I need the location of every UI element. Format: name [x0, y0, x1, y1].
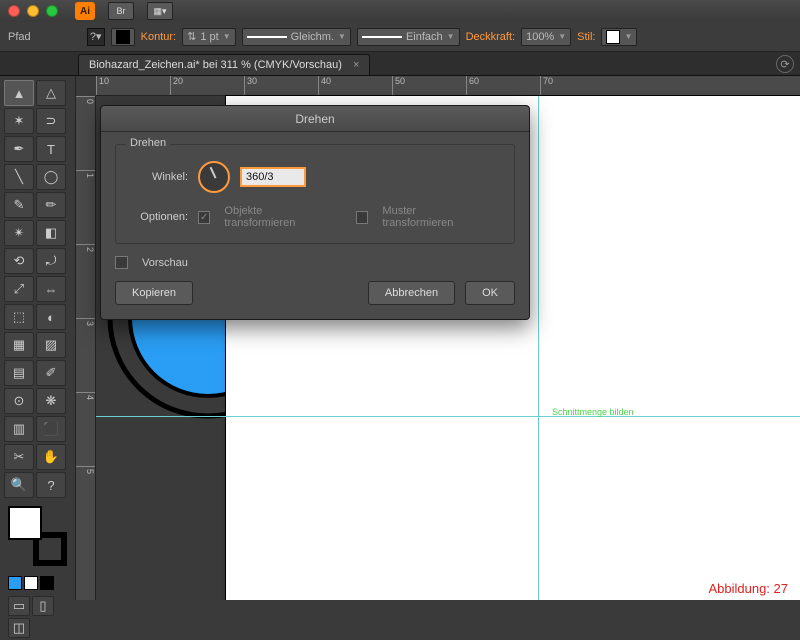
eraser-tool[interactable]: ◧	[36, 220, 66, 246]
fill-stroke-indicator[interactable]	[8, 506, 67, 566]
window-close-dot[interactable]	[8, 5, 20, 17]
arrange-documents-button[interactable]: ▦▾	[147, 2, 173, 20]
figure-number-label: Abbildung: 27	[708, 581, 788, 596]
tools-panel: ▲ △ ✶ ⊃ ✒ T ╲ ◯ ✎ ✏ ✴ ◧ ⟲ ⤾ ⤢ ⇔ ⬚ ◐ ▦ ▨ …	[0, 76, 76, 600]
stroke-swatch[interactable]	[111, 28, 135, 46]
opacity-select[interactable]: 100%▼	[521, 28, 571, 46]
hand-tool[interactable]: ✋	[36, 444, 66, 470]
angle-label: Winkel:	[130, 171, 188, 183]
window-minimize-dot[interactable]	[27, 5, 39, 17]
type-tool[interactable]: T	[36, 136, 66, 162]
document-tab[interactable]: Biohazard_Zeichen.ai* bei 311 % (CMYK/Vo…	[78, 54, 370, 75]
document-tab-title: Biohazard_Zeichen.ai* bei 311 % (CMYK/Vo…	[89, 59, 342, 71]
brush-select[interactable]: Einfach▼	[357, 28, 460, 46]
guide-vertical[interactable]	[538, 96, 539, 600]
options-label: Optionen:	[130, 211, 188, 223]
smart-guide-label: Schnittmenge bilden	[552, 407, 634, 417]
symbol-sprayer-tool[interactable]: ❋	[36, 388, 66, 414]
style-select[interactable]: ▼	[601, 28, 637, 46]
opacity-label: Deckkraft:	[466, 31, 516, 43]
scale-tool[interactable]: ⤢	[4, 276, 34, 302]
draw-mode[interactable]: ◫	[8, 618, 30, 638]
pen-tool[interactable]: ✒	[4, 136, 34, 162]
rotate-dialog: Drehen Drehen Winkel: Optionen: Objekte …	[100, 105, 530, 320]
dialog-title: Drehen	[101, 106, 529, 132]
shape-builder-tool[interactable]: ◐	[36, 304, 66, 330]
selection-tool[interactable]: ▲	[4, 80, 34, 106]
rotate-fieldset: Drehen Winkel: Optionen: Objekte transfo…	[115, 144, 515, 244]
style-label: Stil:	[577, 31, 595, 43]
guide-horizontal[interactable]	[96, 416, 800, 417]
cancel-button[interactable]: Abbrechen	[368, 281, 455, 305]
angle-input[interactable]	[240, 167, 306, 187]
gradient-tool[interactable]: ▤	[4, 360, 34, 386]
width-tool[interactable]: ⇔	[36, 276, 66, 302]
zoom-tool[interactable]: 🔍	[4, 472, 34, 498]
ellipse-tool[interactable]: ◯	[36, 164, 66, 190]
reflect-tool[interactable]: ⤾	[36, 248, 66, 274]
app-logo-ai: Ai	[75, 2, 95, 20]
swatch[interactable]	[8, 576, 22, 590]
copy-button[interactable]: Kopieren	[115, 281, 193, 305]
free-transform-tool[interactable]: ⬚	[4, 304, 34, 330]
color-swatch-row	[4, 574, 71, 592]
swatch[interactable]	[40, 576, 54, 590]
lasso-tool[interactable]: ⊃	[36, 108, 66, 134]
rotate-tool[interactable]: ⟲	[4, 248, 34, 274]
magic-wand-tool[interactable]: ✶	[4, 108, 34, 134]
stroke-profile-select[interactable]: Gleichm.▼	[242, 28, 351, 46]
screen-mode-row: ▭ ▯ ◫	[4, 594, 71, 640]
artboard-tool[interactable]: ⬛	[36, 416, 66, 442]
preview-checkbox[interactable]	[115, 256, 128, 269]
mesh-tool[interactable]: ▨	[36, 332, 66, 358]
transform-objects-label: Objekte transformieren	[224, 205, 330, 229]
eyedropper-tool[interactable]: ✐	[36, 360, 66, 386]
stroke-weight-value: 1 pt	[200, 31, 218, 43]
angle-dial[interactable]	[198, 161, 230, 193]
fieldset-legend: Drehen	[126, 137, 170, 149]
unknown-tool[interactable]: ?	[36, 472, 66, 498]
macos-titlebar: Ai Br ▦▾	[0, 0, 800, 22]
sync-settings-icon[interactable]: ⟳	[776, 55, 794, 73]
stroke-label: Kontur:	[141, 31, 176, 43]
column-graph-tool[interactable]: ▥	[4, 416, 34, 442]
bridge-button[interactable]: Br	[108, 2, 134, 20]
ruler-horizontal[interactable]: 10203040506070	[96, 76, 800, 96]
transform-pattern-label: Muster transformieren	[382, 205, 484, 229]
ok-button[interactable]: OK	[465, 281, 515, 305]
pencil-tool[interactable]: ✏	[36, 192, 66, 218]
preview-label: Vorschau	[142, 257, 188, 269]
swatch[interactable]	[24, 576, 38, 590]
close-tab-icon[interactable]: ×	[353, 59, 359, 71]
window-zoom-dot[interactable]	[46, 5, 58, 17]
screen-mode-normal[interactable]: ▭	[8, 596, 30, 616]
fill-color-swatch[interactable]	[8, 506, 42, 540]
selection-type-label: Pfad	[8, 31, 31, 43]
document-tab-bar: Biohazard_Zeichen.ai* bei 311 % (CMYK/Vo…	[0, 52, 800, 76]
stroke-weight-select[interactable]: ⇅1 pt▼	[182, 28, 236, 46]
blend-tool[interactable]: ⊙	[4, 388, 34, 414]
paintbrush-tool[interactable]: ✎	[4, 192, 34, 218]
transform-pattern-checkbox[interactable]	[356, 211, 368, 224]
ruler-vertical[interactable]: 012345	[76, 96, 96, 600]
transform-objects-checkbox[interactable]	[198, 211, 210, 224]
blob-brush-tool[interactable]: ✴	[4, 220, 34, 246]
perspective-tool[interactable]: ▦	[4, 332, 34, 358]
direct-selection-tool[interactable]: △	[36, 80, 66, 106]
line-tool[interactable]: ╲	[4, 164, 34, 190]
fill-swatch-none[interactable]: ?▾	[87, 28, 105, 46]
options-bar: Pfad ?▾ Kontur: ⇅1 pt▼ Gleichm.▼ Einfach…	[0, 22, 800, 52]
slice-tool[interactable]: ✂	[4, 444, 34, 470]
screen-mode-full[interactable]: ▯	[32, 596, 54, 616]
